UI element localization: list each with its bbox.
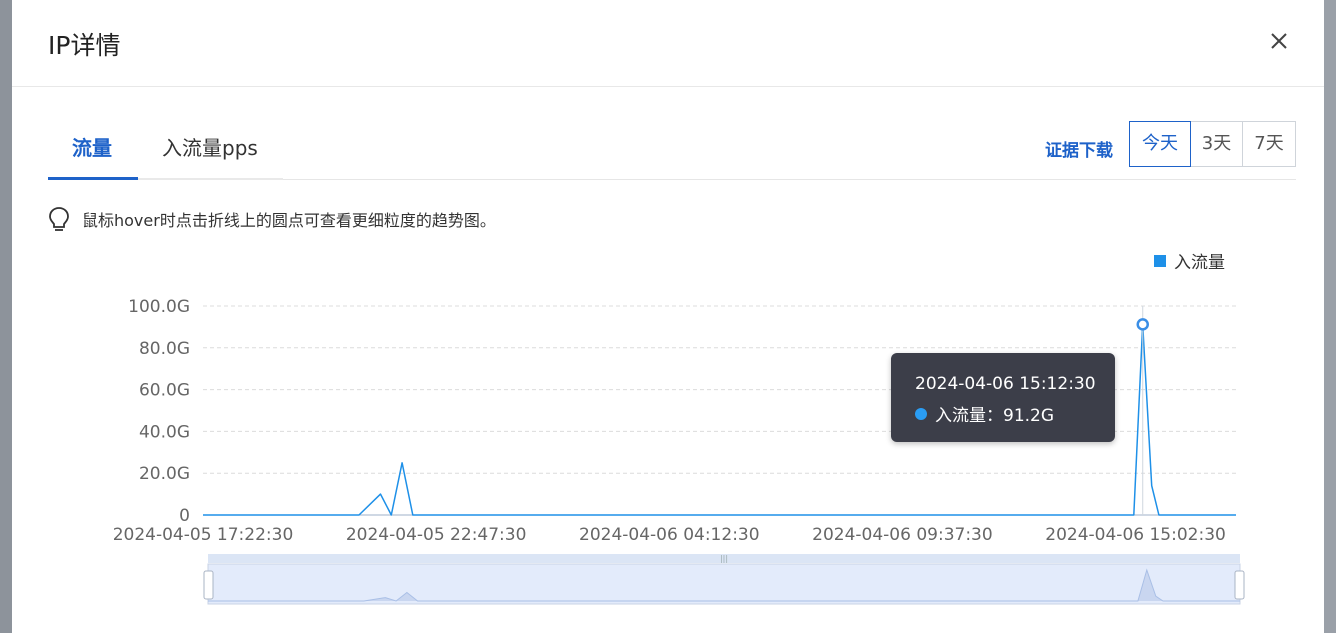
traffic-chart: 0 20.0G 40.0G 60.0G 80.0G 100.0G 2024-04-05 1… (113, 297, 1245, 605)
chart-tooltip: 2024-04-06 15:12:30 入流量：91.2G (891, 353, 1115, 442)
x-tick-label: 2024-04-06 09:37:30 (812, 525, 993, 545)
tooltip-value: 入流量：91.2G (935, 406, 1055, 426)
x-tick-label: 2024-04-05 22:47:30 (346, 525, 527, 545)
y-tick-label: 60.0G (139, 381, 190, 401)
datazoom-grip[interactable]: ||| (720, 554, 728, 563)
backdrop (0, 0, 12, 633)
ip-detail-dialog: IP详情 流量 入流量pps 证据下载 今天 3天 7天 鼠标hover时点击折… (12, 0, 1324, 633)
y-tick-label: 80.0G (139, 339, 190, 359)
highlight-point[interactable] (1136, 318, 1149, 331)
y-tick-label: 100.0G (128, 297, 190, 317)
datazoom-window[interactable] (207, 563, 1241, 605)
y-axis-ticks: 0 20.0G 40.0G 60.0G 80.0G 100.0G (128, 297, 190, 526)
tooltip-row: 入流量：91.2G (915, 401, 1054, 426)
datazoom-slider[interactable]: ||| (203, 554, 1245, 605)
y-tick-label: 40.0G (139, 422, 190, 442)
x-axis-ticks: 2024-04-05 17:22:30 2024-04-05 22:47:30 20… (113, 525, 1226, 545)
datazoom-handle-right[interactable] (1234, 570, 1245, 600)
datazoom-handle-left[interactable] (203, 570, 214, 600)
y-tick-label: 20.0G (139, 464, 190, 484)
y-tick-label: 0 (179, 506, 190, 526)
range-today-button[interactable]: 今天 (1129, 121, 1191, 167)
x-tick-label: 2024-04-05 17:22:30 (113, 525, 294, 545)
x-tick-label: 2024-04-06 04:12:30 (579, 525, 760, 545)
x-tick-label: 2024-04-06 15:02:30 (1045, 525, 1226, 545)
tooltip-time: 2024-04-06 15:12:30 (915, 374, 1096, 394)
tooltip-series-dot (915, 407, 927, 420)
